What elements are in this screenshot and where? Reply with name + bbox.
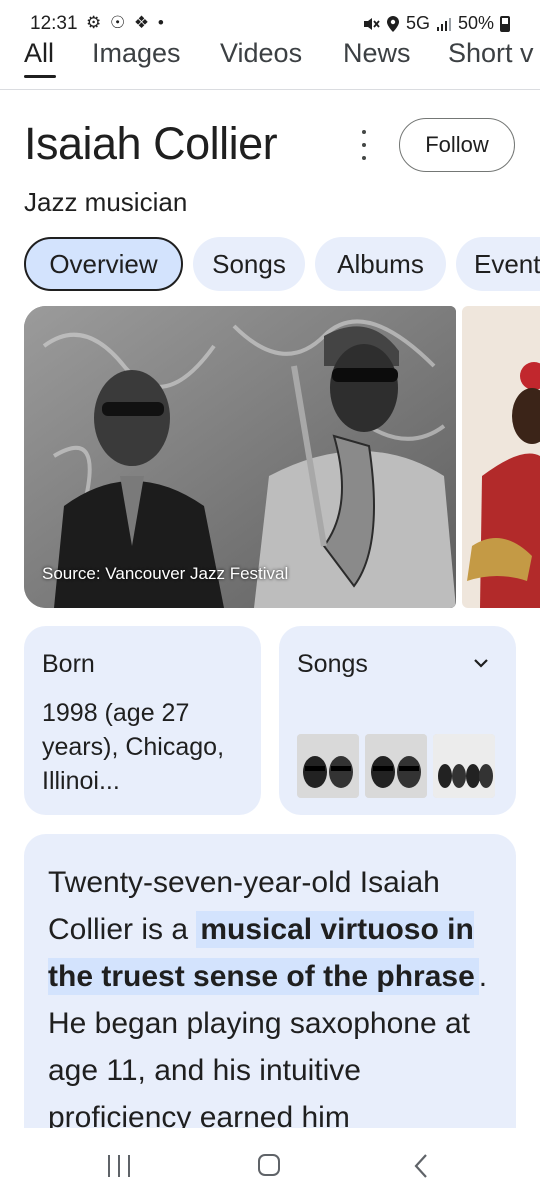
song-thumbnails	[297, 734, 495, 798]
songs-title: Songs	[297, 650, 368, 678]
recents-icon[interactable]	[108, 1155, 130, 1177]
songs-card[interactable]: Songs	[279, 626, 516, 815]
born-title: Born	[42, 650, 95, 678]
status-indicators: 5G 50%	[362, 13, 510, 34]
system-nav-bar	[0, 1128, 540, 1200]
topic-chips: Overview Songs Albums Event	[0, 237, 540, 293]
back-icon[interactable]	[410, 1152, 434, 1180]
search-tabs: All Images Videos News Short v	[0, 36, 540, 90]
song-thumbnail[interactable]	[365, 734, 427, 798]
description-text: Twenty-seven-year-old Isaiah Collier is …	[48, 859, 498, 1141]
tab-news[interactable]: News	[343, 38, 411, 69]
battery-label: 50%	[457, 13, 494, 33]
born-card[interactable]: Born 1998 (age 27 years), Chicago, Illin…	[24, 626, 261, 815]
follow-button[interactable]: Follow	[399, 118, 515, 172]
born-value: 1998 (age 27 years), Chicago, Illinoi...	[42, 699, 225, 795]
network-label: 5G	[405, 13, 430, 33]
active-tab-indicator	[24, 75, 56, 78]
artist-photo-secondary[interactable]	[462, 306, 540, 608]
tab-videos[interactable]: Videos	[220, 38, 302, 69]
entity-title: Isaiah Collier	[24, 118, 278, 169]
more-options-icon[interactable]	[354, 130, 374, 160]
chip-overview[interactable]: Overview	[24, 237, 183, 291]
chevron-down-icon[interactable]	[472, 654, 490, 672]
mute-icon	[363, 17, 380, 30]
artist-photo[interactable]	[24, 306, 456, 608]
location-icon	[386, 15, 399, 32]
status-bar: 12:31 ⚙ ☉ ❖ • 5G 50%	[0, 0, 540, 40]
chip-songs[interactable]: Songs	[193, 237, 305, 291]
chip-events[interactable]: Event	[456, 237, 540, 291]
entity-subtitle: Jazz musician	[24, 187, 188, 217]
status-time: 12:31	[30, 13, 78, 34]
signal-icon	[436, 17, 451, 31]
chip-albums[interactable]: Albums	[315, 237, 446, 291]
description-card[interactable]: Twenty-seven-year-old Isaiah Collier is …	[24, 834, 516, 1154]
song-thumbnail[interactable]	[297, 734, 359, 798]
tabs-divider	[0, 89, 540, 90]
tab-images[interactable]: Images	[92, 38, 181, 69]
tab-all[interactable]: All	[24, 38, 54, 69]
home-icon[interactable]	[258, 1154, 280, 1176]
tab-short-videos[interactable]: Short v	[448, 38, 534, 69]
notification-icons: ⚙ ☉ ❖ •	[86, 13, 166, 32]
image-source-caption: Source: Vancouver Jazz Festival	[42, 564, 289, 583]
battery-icon	[500, 15, 510, 32]
song-thumbnail[interactable]	[433, 734, 495, 798]
